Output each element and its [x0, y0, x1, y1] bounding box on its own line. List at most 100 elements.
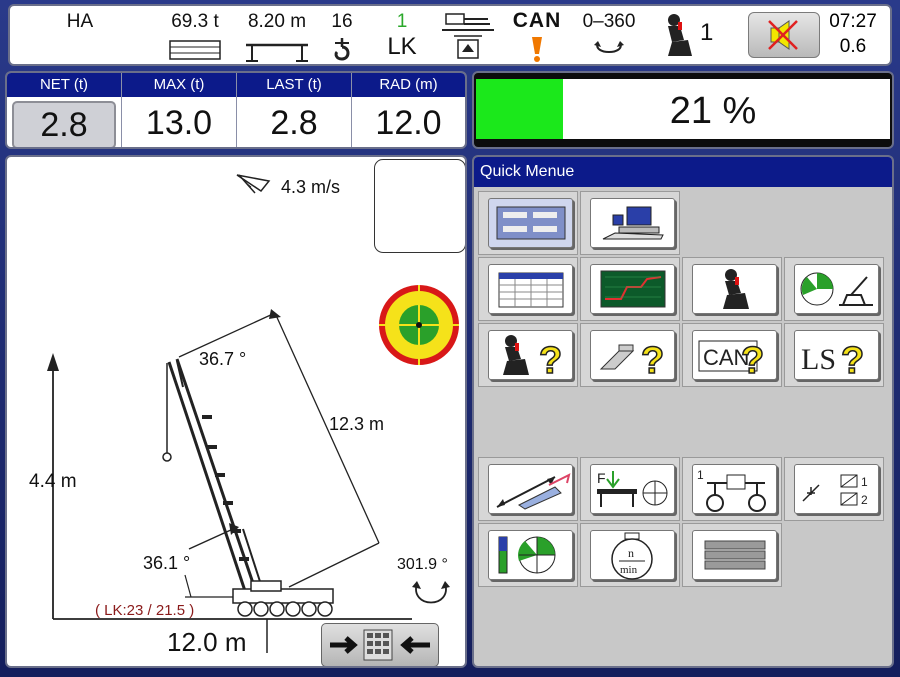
sensor-help-icon: ? — [599, 339, 665, 381]
clock-sub: 0.6 — [839, 36, 867, 57]
display-panel-icon — [496, 206, 566, 240]
screen-switch-button[interactable] — [321, 623, 439, 666]
menu-cell: ? — [580, 323, 680, 387]
max-value: 13.0 — [145, 104, 213, 142]
can-indicator: CAN — [504, 10, 570, 64]
menu-cell: LS ? — [784, 323, 884, 387]
menu-cell — [478, 523, 578, 587]
radius-readout: RAD (m) 12.0 — [352, 73, 465, 147]
operator-icon — [668, 14, 692, 56]
crane-control-screen: HA 69.3 t 8.20 m 16 1 LK CAN 0–360 1 07:… — [0, 0, 900, 677]
boom-angle-bottom: 36.1 ° — [143, 553, 190, 573]
wind-sock-icon — [236, 174, 271, 194]
menu-cell: CAN ? — [682, 323, 782, 387]
operator-help-button[interactable]: ? — [488, 330, 573, 381]
crane-carrier-icon — [232, 580, 334, 617]
axle-button[interactable]: 1 — [692, 464, 777, 514]
clock: 07:27 0.6 — [822, 9, 884, 59]
crane-transport-icon — [442, 13, 494, 59]
operator-indicator: 1 — [660, 12, 730, 62]
mode-label: HA — [66, 11, 94, 32]
level-indicator-icon — [379, 285, 459, 365]
wind-speed: 4.3 m/s — [281, 177, 340, 197]
engine-speed-icon: n min — [611, 532, 653, 580]
net-value[interactable]: 2.8 — [12, 101, 116, 147]
net-readout: NET (t) 2.8 — [7, 73, 122, 147]
operator-count: 1 — [700, 19, 714, 46]
quick-menu-panel: Quick Menue ? ? CAN ? LS ? F 1 1 2 n min — [472, 155, 894, 668]
work-area-icon — [800, 272, 873, 306]
svg-text:LS: LS — [801, 343, 836, 376]
list-view-button[interactable] — [692, 530, 777, 580]
slew-angle: 301.9 ° — [397, 556, 448, 573]
force-button[interactable]: F — [590, 464, 675, 514]
menu-cell — [784, 257, 884, 321]
crane-diagram: 4.3 m/s 4.4 m 36.7 ° 12.3 m 36.1 ° 301.9… — [29, 174, 459, 657]
radius-label: RAD (m) — [352, 73, 465, 97]
sensor-help-button[interactable]: ? — [590, 330, 675, 381]
mute-button[interactable] — [748, 12, 820, 58]
operator-seat-icon — [723, 269, 749, 309]
load-readouts: NET (t) 2.8 MAX (t) 13.0 LAST (t) 2.8 RA… — [5, 71, 467, 149]
clock-time: 07:27 — [829, 11, 877, 32]
warning-icon — [532, 37, 542, 62]
svg-text:?: ? — [741, 340, 764, 381]
boom-length-button[interactable] — [488, 464, 573, 514]
slew-rotate-icon — [412, 581, 450, 604]
rotate-icon — [594, 41, 624, 53]
lk-number: 1 — [396, 11, 408, 32]
load-percent-text: 21 % — [669, 90, 757, 132]
force-sensor-icon: F — [597, 470, 668, 507]
transport-indicator — [438, 10, 498, 64]
operator-button[interactable] — [692, 264, 777, 314]
speaker-muted-icon — [768, 20, 798, 50]
status-bar: HA 69.3 t 8.20 m 16 1 LK CAN 0–360 1 07:… — [8, 4, 892, 66]
last-label: LAST (t) — [237, 73, 351, 97]
can-label: CAN — [512, 9, 562, 32]
graph-button[interactable] — [590, 264, 675, 314]
mode-indicator: HA — [50, 11, 110, 33]
last-readout: LAST (t) 2.8 — [237, 73, 352, 147]
falls-value: 16 — [331, 11, 353, 32]
last-value: 2.8 — [270, 104, 318, 142]
outrigger-icon — [246, 43, 308, 62]
hook-icon — [334, 38, 350, 61]
svg-text:2: 2 — [861, 493, 868, 507]
slew-area-button[interactable] — [488, 530, 573, 580]
menu-cell — [478, 257, 578, 321]
menu-cell — [682, 257, 782, 321]
quick-menu-title: Quick Menue — [474, 157, 892, 187]
work-area-button[interactable] — [794, 264, 879, 314]
settings-list-icon: 1 2 — [802, 474, 868, 507]
display-select-button[interactable] — [488, 198, 573, 248]
lk-indicator: 1 LK — [380, 11, 424, 63]
menu-cell: 1 — [682, 457, 782, 521]
weight-value: 69.3 t — [171, 11, 219, 32]
svg-text:n: n — [628, 546, 634, 560]
svg-text:F: F — [597, 470, 606, 486]
table-button[interactable] — [488, 264, 573, 314]
svg-text:min: min — [620, 564, 638, 576]
height-value: 4.4 m — [29, 471, 77, 492]
boom-length: 12.3 m — [329, 414, 384, 434]
menu-cell: ? — [478, 323, 578, 387]
load-percentage-bar: 21 % — [472, 71, 894, 149]
axle-icon: 1 — [697, 468, 766, 512]
load-bar-track: 21 % — [476, 79, 890, 139]
arrows-keypad-icon — [330, 629, 430, 661]
engine-speed-button[interactable]: n min — [590, 530, 675, 580]
can-help-button[interactable]: CAN ? — [692, 330, 777, 381]
counterweight-icon — [169, 40, 221, 60]
computer-hand-icon — [602, 206, 664, 240]
ls-help-button[interactable]: LS ? — [794, 330, 879, 381]
menu-cell: F — [580, 457, 680, 521]
computer-button[interactable] — [590, 198, 675, 248]
settings-list-button[interactable]: 1 2 — [794, 464, 879, 514]
lk-label: LK — [387, 33, 417, 60]
crane-geometry-panel: 4.3 m/s 4.4 m 36.7 ° 12.3 m 36.1 ° 301.9… — [5, 155, 467, 668]
table-icon — [498, 272, 564, 308]
lk-info: ( LK:23 / 21.5 ) — [95, 602, 194, 619]
list-view-icon — [704, 540, 766, 570]
radius-value: 12.0 — [375, 104, 442, 142]
max-label: MAX (t) — [122, 73, 236, 97]
